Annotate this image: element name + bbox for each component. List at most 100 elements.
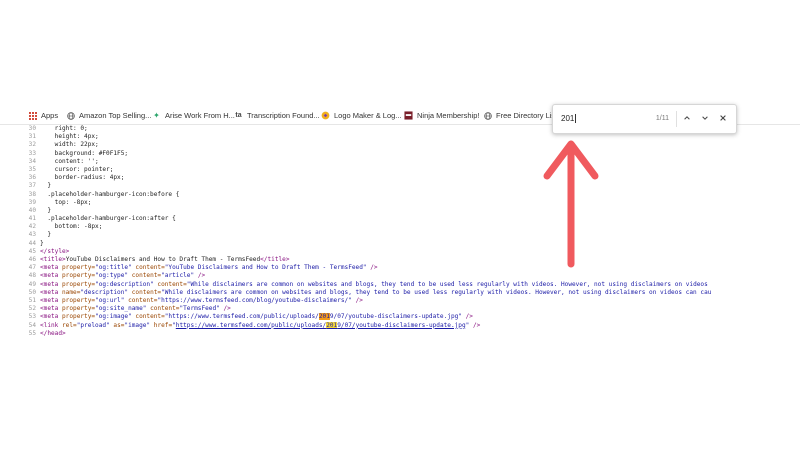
source-code: .placeholder-hamburger-icon:before { — [40, 190, 180, 198]
source-code: <meta name="description" content="While … — [40, 288, 712, 296]
source-line: 43 } — [0, 231, 800, 239]
line-number: 35 — [28, 165, 36, 173]
source-line: 54 <link rel="preload" as="image" href="h… — [0, 321, 800, 330]
source-code: border-radius: 4px; — [40, 174, 125, 182]
line-number: 51 — [28, 296, 36, 304]
bookmark-label: Transcription Found... — [247, 111, 320, 120]
line-number: 34 — [28, 157, 36, 165]
logo-maker-icon — [321, 111, 330, 120]
source-line: 39 top: -8px; — [0, 199, 800, 207]
source-code: <meta property="og:title" content="YouTu… — [40, 264, 378, 272]
source-code: top: -8px; — [40, 198, 92, 206]
source-code: bottom: -8px; — [40, 223, 103, 231]
find-input[interactable]: 201 — [561, 114, 641, 124]
globe-icon — [483, 111, 492, 120]
line-number: 37 — [28, 182, 36, 190]
source-code: </head> — [40, 329, 66, 337]
find-next-button[interactable] — [699, 112, 711, 124]
bookmark-label: Free Directory List — [496, 111, 558, 120]
source-code: <meta property="og:site_name" content="T… — [40, 305, 231, 313]
source-link[interactable]: https://www.termsfeed.com/public/uploads… — [176, 321, 466, 329]
line-number: 49 — [28, 280, 36, 288]
line-number: 47 — [28, 264, 36, 272]
chevron-up-icon — [684, 116, 690, 120]
globe-icon — [66, 111, 75, 120]
bookmark-apps[interactable]: Apps — [28, 111, 58, 120]
line-number: 43 — [28, 231, 36, 239]
source-line: 47 <meta property="og:title" content="You… — [0, 264, 800, 272]
source-line: 32 width: 22px; — [0, 141, 800, 149]
source-code: .placeholder-hamburger-icon:after { — [40, 215, 176, 223]
source-line: 34 content: ''; — [0, 158, 800, 166]
find-previous-button[interactable] — [681, 112, 693, 124]
source-code: <meta property="og:image" content="https… — [40, 313, 473, 321]
source-line: 53 <meta property="og:image" content="htt… — [0, 313, 800, 321]
red-arrow-annotation — [543, 140, 599, 268]
source-line: 45 </style> — [0, 248, 800, 256]
source-code: width: 22px; — [40, 141, 99, 149]
line-number: 48 — [28, 272, 36, 280]
bookmark-label: Apps — [41, 111, 59, 120]
source-code: height: 4px; — [40, 133, 99, 141]
source-line: 55 </head> — [0, 330, 800, 338]
source-line: 38 .placeholder-hamburger-icon:before { — [0, 191, 800, 199]
source-code: } — [40, 206, 52, 214]
source-line: 36 border-radius: 4px; — [0, 174, 800, 182]
source-code: </style> — [40, 247, 70, 255]
line-number: 40 — [28, 206, 36, 214]
bookmark-free-directory[interactable]: Free Directory List — [483, 111, 557, 120]
source-code: <meta property="og:url" content="https:/… — [40, 296, 363, 304]
source-code: cursor: pointer; — [40, 165, 114, 173]
source-line: 40 } — [0, 207, 800, 215]
bookmark-arise-work[interactable]: ✦ Arise Work From H... — [152, 111, 235, 120]
source-code: <link rel="preload" as="image" href="htt… — [40, 321, 481, 329]
bookmark-ninja-membership[interactable]: Ninja Membership! — [404, 111, 480, 120]
source-line: 46 <title>YouTube Disclaimers and How to … — [0, 256, 800, 264]
source-line: 50 <meta name="description" content="Whil… — [0, 289, 800, 297]
bookmark-amazon-top-selling[interactable]: Amazon Top Selling... — [66, 111, 151, 120]
line-number: 31 — [28, 133, 36, 141]
source-code: } — [40, 231, 52, 239]
source-line: 35 cursor: pointer; — [0, 166, 800, 174]
source-code: content: ''; — [40, 157, 99, 165]
source-line: 42 bottom: -8px; — [0, 223, 800, 231]
ninja-icon — [404, 111, 413, 120]
bookmark-transcription[interactable]: ta Transcription Found... — [234, 111, 320, 120]
source-line: 48 <meta property="og:type" content="arti… — [0, 272, 800, 280]
line-number: 39 — [28, 198, 36, 206]
line-number: 30 — [28, 125, 36, 132]
line-number: 53 — [28, 313, 36, 321]
source-code: <meta property="og:description" content=… — [40, 280, 708, 288]
line-number: 33 — [28, 149, 36, 157]
line-number: 32 — [28, 141, 36, 149]
bookmark-label: Ninja Membership! — [417, 111, 480, 120]
bookmark-logo-maker[interactable]: Logo Maker & Log... — [321, 111, 402, 120]
source-code: } — [40, 239, 44, 247]
bookmark-label: Arise Work From H... — [165, 111, 235, 120]
find-highlight: 201 — [318, 313, 330, 321]
find-close-button[interactable] — [717, 112, 729, 124]
find-divider — [676, 111, 677, 127]
line-number: 41 — [28, 215, 36, 223]
text-caret — [575, 114, 577, 124]
source-code: background: #F0F1F5; — [40, 149, 129, 157]
source-line: 51 <meta property="og:url" content="https… — [0, 297, 800, 305]
find-bar: 201 1/11 — [552, 104, 737, 134]
source-code: <meta property="og:type" content="articl… — [40, 272, 206, 280]
chevron-down-icon — [702, 116, 708, 120]
bookmark-label: Amazon Top Selling... — [79, 111, 152, 120]
source-code: <title>YouTube Disclaimers and How to Dr… — [40, 256, 290, 263]
line-number: 46 — [28, 256, 36, 263]
apps-grid-icon — [28, 111, 37, 120]
source-line: 44} — [0, 240, 800, 248]
bookmark-label: Logo Maker & Log... — [334, 111, 402, 120]
source-line: 31 height: 4px; — [0, 133, 800, 141]
line-number: 44 — [28, 239, 36, 247]
find-match-count: 1/11 — [655, 115, 669, 122]
find-query: 201 — [561, 114, 575, 123]
line-number: 50 — [28, 288, 36, 296]
close-icon — [720, 115, 726, 121]
source-line: 49 <meta property="og:description" conten… — [0, 281, 800, 289]
find-highlight: 201 — [326, 321, 338, 329]
source-line: 37 } — [0, 182, 800, 190]
